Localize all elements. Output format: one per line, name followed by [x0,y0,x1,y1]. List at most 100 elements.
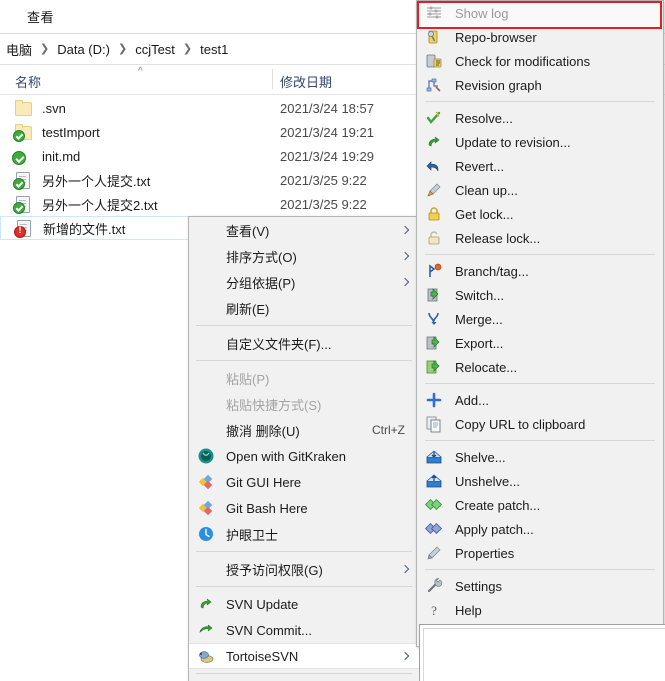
menu-item-label: Properties [455,545,515,561]
chevron-right-icon [400,564,410,574]
menu-item-s: 粘贴快捷方式(S) [189,391,419,417]
tab-view[interactable]: 查看 [27,7,54,26]
menu-item-help[interactable]: ? Help [417,598,663,622]
svn-commit-icon [197,621,215,639]
menu-item-merge[interactable]: Merge... [417,307,663,331]
breadcrumb-item[interactable]: 电脑 [4,40,34,59]
menu-item-export[interactable]: Export... [417,331,663,355]
copy-url-icon [425,415,443,433]
menu-item-release-lock[interactable]: Release lock... [417,226,663,250]
check-mods-icon [425,52,443,70]
menu-item-label: Revision graph [455,77,542,93]
menu-item-label: Relocate... [455,359,518,375]
file-row[interactable]: init.md 2021/3/24 19:29 [0,144,420,168]
menu-item-g[interactable]: 授予访问权限(G) [189,556,419,582]
menu-item-label: Get lock... [455,206,514,222]
menu-item-shelve[interactable]: Shelve... [417,445,663,469]
resolve-icon [425,109,443,127]
column-divider[interactable] [272,69,273,89]
menu-item-label: Repo-browser [455,29,537,45]
tortoisesvn-icon [197,647,215,665]
file-row[interactable]: 另外一个人提交2.txt 2021/3/25 9:22 [0,192,420,216]
menu-item-svn-update[interactable]: SVN Update [189,591,419,617]
file-modified-date: 2021/3/25 9:22 [280,196,367,212]
menu-item-label: Update to revision... [455,134,571,150]
menu-item-svn-commit[interactable]: SVN Commit... [189,617,419,643]
breadcrumb-item[interactable]: ccjTest [133,42,177,57]
menu-item-create-patch[interactable]: Create patch... [417,493,663,517]
menu-item-open-with-gitkraken[interactable]: Open with GitKraken [189,443,419,469]
menu-item-label: Revert... [455,158,505,174]
menu-item-update-to-revision[interactable]: Update to revision... [417,130,663,154]
file-name: 另外一个人提交2.txt [42,197,158,213]
menu-item-get-lock[interactable]: Get lock... [417,202,663,226]
menu-item-repo-browser[interactable]: Repo-browser [417,25,663,49]
menu-item-label: 自定义文件夹(F)... [226,336,332,352]
menu-item-check-for-modifications[interactable]: Check for modifications [417,49,663,73]
switch-icon [425,286,443,304]
menu-separator [425,383,655,384]
tortoisesvn-submenu[interactable]: Show log Repo-browser Check for modificati… [416,0,664,647]
menu-item-e[interactable]: 刷新(E) [189,295,419,321]
breadcrumb-item[interactable]: test1 [198,42,230,57]
menu-item-label: 查看(V) [226,223,270,239]
menu-item-p[interactable]: 分组依据(P) [189,269,419,295]
menu-item-git-bash-here[interactable]: Git Bash Here [189,495,419,521]
menu-item-o[interactable]: 排序方式(O) [189,243,419,269]
chevron-right-icon [400,251,410,261]
menu-separator [196,551,412,552]
file-name: 新增的文件.txt [43,221,126,237]
menu-item-unshelve[interactable]: Unshelve... [417,469,663,493]
menu-item-resolve[interactable]: Resolve... [417,106,663,130]
shelve-icon [425,448,443,466]
file-row[interactable]: .svn 2021/3/24 18:57 [0,96,420,120]
git-icon [197,473,215,491]
menu-item-label: Unshelve... [455,473,521,489]
menu-item-revert[interactable]: Revert... [417,154,663,178]
get-lock-icon [425,205,443,223]
shell-context-menu[interactable]: 查看(V) 排序方式(O) 分组依据(P) 刷新(E) 自定义文件夹(F)... 粘贴(P… [188,216,420,681]
unshelve-icon [425,472,443,490]
menu-item-copy-url-to-clipboard[interactable]: Copy URL to clipboard [417,412,663,436]
menu-item-show-log[interactable]: Show log [417,1,663,25]
menu-item-clean-up[interactable]: Clean up... [417,178,663,202]
menu-item-git-gui-here[interactable]: Git GUI Here [189,469,419,495]
menu-separator [196,586,412,587]
gitkraken-icon [197,447,215,465]
help-icon: ? [425,601,443,619]
background-window-frame [419,624,665,681]
menu-item-item-13[interactable]: 护眼卫士 [189,521,419,547]
svn-normal-overlay-icon [12,151,26,165]
breadcrumb-separator-icon: ❯ [182,43,193,55]
menu-item-label: Help [455,602,482,618]
settings-icon [425,577,443,595]
file-row[interactable]: 另外一个人提交.txt 2021/3/25 9:22 [0,168,420,192]
breadcrumb[interactable]: 电脑 ❯ Data (D:) ❯ ccjTest ❯ test1 [4,40,230,59]
menu-item-revision-graph[interactable]: Revision graph [417,73,663,97]
menu-item-f[interactable]: 自定义文件夹(F)... [189,330,419,356]
menu-item-label: Show log [455,5,509,21]
menu-item-v[interactable]: 查看(V) [189,217,419,243]
folder-svn-icon [13,123,32,142]
menu-item-add[interactable]: Add... [417,388,663,412]
file-text-icon [13,171,32,190]
column-header-name[interactable]: 名称 [15,72,41,91]
menu-item-label: Settings [455,578,502,594]
menu-item-settings[interactable]: Settings [417,574,663,598]
menu-item-branch-tag[interactable]: Branch/tag... [417,259,663,283]
file-row[interactable]: testImport 2021/3/24 19:21 [0,120,420,144]
menu-item-tortoisesvn[interactable]: TortoiseSVN [189,643,419,669]
menu-item-relocate[interactable]: Relocate... [417,355,663,379]
svn-normal-overlay-icon [13,178,25,190]
folder-plain-icon [14,99,32,117]
repo-browser-icon [425,28,443,46]
breadcrumb-item[interactable]: Data (D:) [55,42,112,57]
menu-item-u[interactable]: 撤消 删除(U) Ctrl+Z [189,417,419,443]
menu-item-apply-patch[interactable]: Apply patch... [417,517,663,541]
menu-item-shortcut: Ctrl+Z [372,423,405,437]
add-icon [425,391,443,409]
relocate-icon [425,358,443,376]
menu-item-properties[interactable]: Properties [417,541,663,565]
column-header-date[interactable]: 修改日期 [280,72,332,91]
menu-item-switch[interactable]: Switch... [417,283,663,307]
